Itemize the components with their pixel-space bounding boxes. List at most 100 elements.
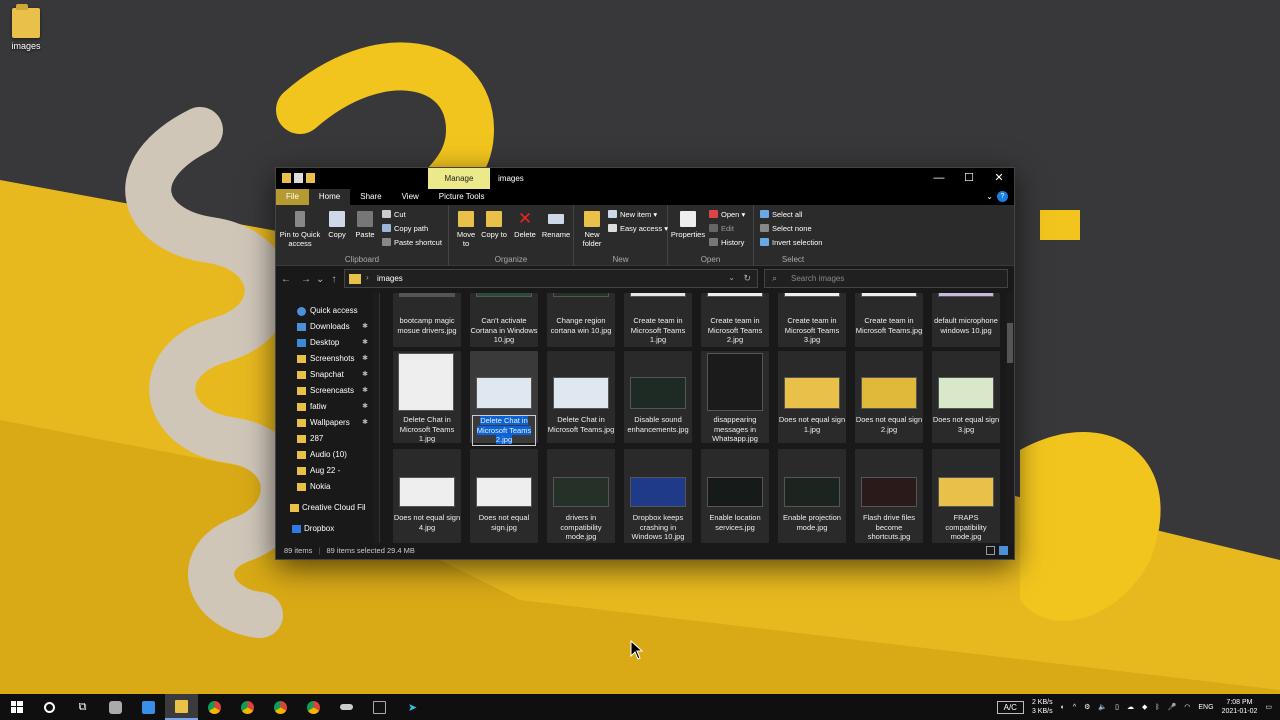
list-item[interactable]: Enable projection mode.jpg <box>778 449 846 543</box>
sidebar-item-screencasts[interactable]: Screencasts ✱ <box>276 383 374 399</box>
list-item[interactable]: Delete Chat in Microsoft Teams 1.jpg <box>393 351 461 443</box>
settings-gear-icon[interactable]: ⚙ <box>1084 703 1090 711</box>
invert-selection-button[interactable]: Invert selection <box>760 238 822 247</box>
clock[interactable]: 7:08 PM 2021-01-02 <box>1222 698 1258 716</box>
paste-shortcut-button[interactable]: Paste shortcut <box>382 238 442 247</box>
start-button[interactable] <box>0 694 33 720</box>
list-item[interactable]: disappearing messages in Whatsapp.jpg <box>701 351 769 443</box>
sidebar-item-snapchat[interactable]: Snapchat ✱ <box>276 367 374 383</box>
file-grid-scrollbar[interactable] <box>1006 293 1014 545</box>
cut-button[interactable]: Cut <box>382 210 406 219</box>
taskbar-app-misc[interactable] <box>330 694 363 720</box>
sidebar-item-creative-cloud[interactable]: Creative Cloud Fil <box>276 500 374 516</box>
cloud-icon[interactable]: ☁ <box>1127 703 1134 711</box>
list-item[interactable]: Create team in Microsoft Teams 2.jpg <box>701 293 769 347</box>
taskbar-app-chrome-1[interactable] <box>198 694 231 720</box>
new-folder-icon[interactable] <box>306 173 315 183</box>
dropbox-icon[interactable]: ◆ <box>1142 703 1147 711</box>
list-item[interactable]: bootcamp magic mosue drivers.jpg <box>393 293 461 347</box>
list-item[interactable]: Change region cortana win 10.jpg <box>547 293 615 347</box>
folder-icon[interactable] <box>282 173 291 183</box>
task-view-button[interactable]: ⧉ <box>66 694 99 720</box>
sidebar-item-287[interactable]: 287 <box>276 431 374 447</box>
address-bar[interactable]: › images ⌄ ↻ <box>344 269 758 288</box>
list-item[interactable]: Does not equal sign 4.jpg <box>393 449 461 543</box>
taskbar-app-arrow[interactable]: ➤ <box>396 694 429 720</box>
bluetooth-icon[interactable]: ᛒ <box>1155 704 1159 711</box>
ac-indicator[interactable]: A/C <box>996 700 1024 714</box>
back-arrow-icon[interactable]: ← <box>276 274 296 285</box>
breadcrumb-images[interactable]: images <box>377 274 403 283</box>
title-bar[interactable]: Manage images — ☐ ✕ <box>276 168 1014 189</box>
address-dropdown-icon[interactable]: ⌄ <box>728 273 735 282</box>
list-item[interactable]: Does not equal sign 1.jpg <box>778 351 846 443</box>
taskbar-app-file-explorer[interactable] <box>165 694 198 720</box>
list-item[interactable]: FRAPS compatibility mode.jpg <box>932 449 1000 543</box>
list-item[interactable]: Create team in Microsoft Teams 3.jpg <box>778 293 846 347</box>
list-item[interactable]: Create team in Microsoft Teams.jpg <box>855 293 923 347</box>
paste-button[interactable]: Paste <box>352 211 378 239</box>
sidebar-item-aug-22[interactable]: Aug 22 - <box>276 463 374 479</box>
up-arrow-icon[interactable]: ↑ <box>324 274 344 285</box>
wifi-icon[interactable]: ◠ <box>1184 703 1190 711</box>
properties-icon[interactable] <box>294 173 303 183</box>
taskbar-app-defender[interactable] <box>99 694 132 720</box>
details-view-icon[interactable] <box>986 546 995 555</box>
minimize-button[interactable]: — <box>924 168 954 189</box>
new-item-button[interactable]: New item ▾ <box>608 210 657 219</box>
recent-chevron-icon[interactable]: ⌄ <box>316 274 324 285</box>
list-item[interactable]: Can't activate Cortana in Windows 10.jpg <box>470 293 538 347</box>
list-item[interactable]: Does not equal sign.jpg <box>470 449 538 543</box>
properties-button[interactable]: Properties <box>670 211 706 239</box>
search-input[interactable]: ⌕ Search images <box>764 269 1008 288</box>
forward-arrow-icon[interactable]: → <box>296 274 316 285</box>
list-item[interactable]: Dropbox keeps crashing in Windows 10.jpg <box>624 449 692 543</box>
desktop-icon-images[interactable]: images <box>4 4 48 51</box>
breadcrumb-separator-icon[interactable]: › <box>366 273 369 282</box>
list-item[interactable]: drivers in compatibility mode.jpg <box>547 449 615 543</box>
sidebar-item-quick-access[interactable]: Quick access <box>276 303 374 319</box>
sidebar-item-nokia[interactable]: Nokia <box>276 479 374 495</box>
taskbar-app-chrome-2[interactable] <box>231 694 264 720</box>
microphone-icon[interactable]: 🎤 <box>1168 703 1177 711</box>
file-name-rename-field[interactable]: Delete Chat in Microsoft Teams 2.jpg <box>472 415 536 446</box>
open-button[interactable]: Open ▾ <box>709 210 745 219</box>
taskbar-app-chrome-3[interactable] <box>264 694 297 720</box>
tab-file[interactable]: File <box>276 189 309 205</box>
copy-button[interactable]: Copy <box>324 211 350 239</box>
help-icon[interactable]: ? <box>997 191 1008 202</box>
volume-icon[interactable]: 🔈 <box>1098 703 1107 711</box>
sidebar-item-desktop[interactable]: Desktop ✱ <box>276 335 374 351</box>
copy-to-button[interactable]: Copy to <box>481 211 507 239</box>
list-item[interactable]: default microphone windows 10.jpg <box>932 293 1000 347</box>
search-button[interactable] <box>33 694 66 720</box>
language-indicator[interactable]: ENG <box>1198 704 1213 711</box>
edit-button[interactable]: Edit <box>709 224 734 233</box>
battery-icon[interactable]: ▯ <box>1115 703 1119 711</box>
history-button[interactable]: History <box>709 238 744 247</box>
list-item[interactable]: Create team in Microsoft Teams 1.jpg <box>624 293 692 347</box>
tab-picture-tools[interactable]: Picture Tools <box>429 189 495 205</box>
refresh-icon[interactable]: ↻ <box>743 273 751 284</box>
large-icons-view-icon[interactable] <box>999 546 1008 555</box>
tab-share[interactable]: Share <box>350 189 391 205</box>
pin-quick-access-button[interactable]: Pin to Quick access <box>279 211 321 248</box>
sidebar-item-downloads[interactable]: Downloads ✱ <box>276 319 374 335</box>
manage-context-tab[interactable]: Manage <box>428 168 490 189</box>
taskbar-app-chrome-4[interactable] <box>297 694 330 720</box>
list-item[interactable]: Enable location services.jpg <box>701 449 769 543</box>
list-item[interactable]: Delete Chat in Microsoft Teams.jpg <box>547 351 615 443</box>
list-item-selected[interactable]: Delete Chat in Microsoft Teams 2.jpg <box>470 351 538 446</box>
chevron-down-icon[interactable]: ⌄ <box>986 189 993 205</box>
night-light-icon[interactable]: ◐ <box>1061 704 1065 711</box>
maximize-button[interactable]: ☐ <box>954 168 984 189</box>
select-none-button[interactable]: Select none <box>760 224 812 233</box>
sidebar-item-fatiw[interactable]: fatiw ✱ <box>276 399 374 415</box>
new-folder-button[interactable]: New folder <box>578 211 606 248</box>
tab-home[interactable]: Home <box>308 189 351 205</box>
move-to-button[interactable]: Move to <box>453 211 479 248</box>
tab-view[interactable]: View <box>392 189 429 205</box>
sidebar-item-screenshots[interactable]: Screenshots ✱ <box>276 351 374 367</box>
list-item[interactable]: Disable sound enhancements.jpg <box>624 351 692 443</box>
taskbar-app-terminal[interactable] <box>363 694 396 720</box>
